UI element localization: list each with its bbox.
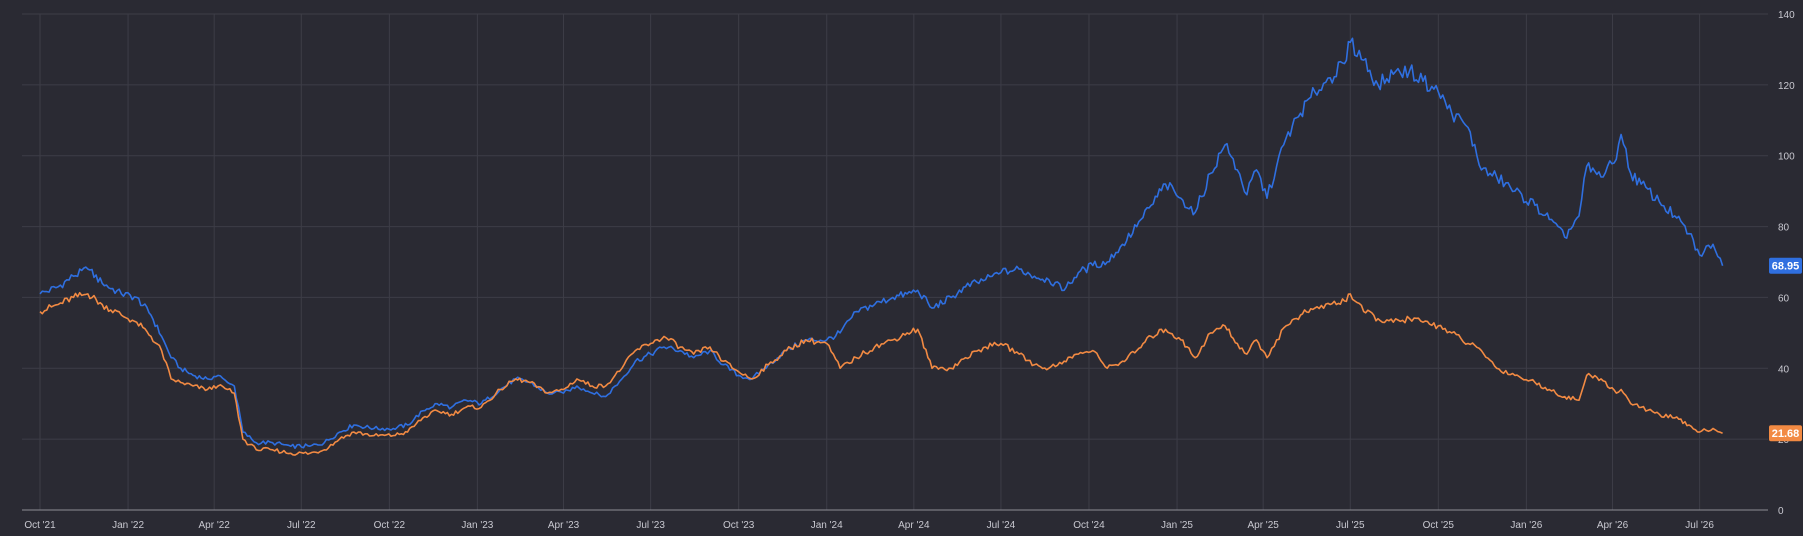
x-tick-label: Oct '25 <box>1423 520 1455 531</box>
line-chart: 020406080100120140Oct '21Jan '22Apr '22J… <box>0 0 1803 536</box>
x-tick-label: Apr '25 <box>1247 520 1279 531</box>
x-tick-label: Jul '26 <box>1685 520 1714 531</box>
x-tick-label: Oct '24 <box>1073 520 1105 531</box>
x-tick-label: Oct '23 <box>723 520 755 531</box>
last-value-badge-1: 68.95 <box>1769 257 1802 274</box>
x-tick-label: Apr '26 <box>1597 520 1629 531</box>
badge-value: 68.95 <box>1772 261 1800 273</box>
x-tick-label: Apr '24 <box>898 520 930 531</box>
x-tick-label: Oct '22 <box>374 520 406 531</box>
y-tick-label: 0 <box>1778 506 1784 517</box>
y-tick-label: 140 <box>1778 10 1795 21</box>
x-tick-label: Jul '24 <box>987 520 1016 531</box>
x-tick-label: Jan '23 <box>461 520 493 531</box>
x-tick-label: Jan '26 <box>1510 520 1542 531</box>
y-tick-label: 120 <box>1778 81 1795 92</box>
x-tick-label: Jan '22 <box>112 520 144 531</box>
badge-value: 21.68 <box>1772 428 1800 440</box>
x-tick-label: Jan '24 <box>811 520 843 531</box>
x-tick-label: Apr '23 <box>548 520 580 531</box>
x-tick-label: Oct '21 <box>24 520 56 531</box>
x-tick-label: Apr '22 <box>199 520 231 531</box>
x-tick-label: Jul '25 <box>1336 520 1365 531</box>
y-tick-label: 80 <box>1778 223 1790 234</box>
last-value-badge-2: 21.68 <box>1769 425 1802 442</box>
x-tick-label: Jul '22 <box>287 520 316 531</box>
y-tick-label: 60 <box>1778 293 1790 304</box>
x-tick-label: Jul '23 <box>636 520 665 531</box>
y-tick-label: 40 <box>1778 364 1790 375</box>
chart-background <box>0 0 1803 536</box>
x-tick-label: Jan '25 <box>1161 520 1193 531</box>
y-tick-label: 100 <box>1778 152 1795 163</box>
